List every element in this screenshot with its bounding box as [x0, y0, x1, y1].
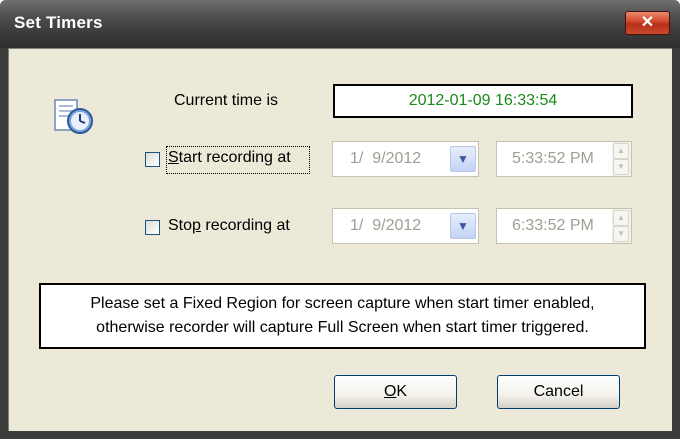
- current-time-display: 2012-01-09 16:33:54: [333, 84, 633, 118]
- stop-recording-checkbox[interactable]: [145, 220, 160, 235]
- current-time-label: Current time is: [174, 92, 279, 109]
- start-time-picker[interactable]: 5:33:52 PM ▲ ▼: [496, 141, 632, 177]
- start-date-value: 1/ 9/2012: [350, 150, 422, 167]
- chevron-down-icon[interactable]: ▼: [450, 213, 476, 239]
- title-bar[interactable]: Set Timers ✕: [0, 0, 680, 48]
- spin-up-icon[interactable]: ▲: [613, 143, 629, 159]
- stop-time-value: 6:33:52 PM: [512, 217, 594, 234]
- notice-line-2: otherwise recorder will capture Full Scr…: [96, 319, 589, 336]
- window-frame-bottom: [0, 431, 680, 439]
- chevron-down-icon[interactable]: ▼: [450, 146, 476, 172]
- stop-date-value: 1/ 9/2012: [350, 217, 422, 234]
- spin-up-icon[interactable]: ▲: [613, 210, 629, 226]
- spin-down-icon[interactable]: ▼: [613, 226, 629, 242]
- start-recording-label[interactable]: Start recording at: [168, 149, 291, 167]
- notice-line-1: Please set a Fixed Region for screen cap…: [90, 295, 595, 312]
- start-time-spinner: ▲ ▼: [612, 142, 631, 176]
- timer-clock-icon: [54, 99, 93, 134]
- stop-date-picker[interactable]: 1/ 9/2012 ▼: [332, 208, 479, 244]
- window-frame-right: [672, 48, 680, 439]
- close-button[interactable]: ✕: [625, 11, 670, 35]
- cancel-button[interactable]: Cancel: [497, 375, 620, 409]
- fixed-region-notice: Please set a Fixed Region for screen cap…: [39, 283, 646, 349]
- spin-down-icon[interactable]: ▼: [613, 159, 629, 175]
- start-time-value: 5:33:52 PM: [512, 150, 594, 167]
- stop-recording-label[interactable]: Stop recording at: [168, 217, 290, 235]
- window-frame-left: [0, 48, 8, 439]
- stop-time-picker[interactable]: 6:33:52 PM ▲ ▼: [496, 208, 632, 244]
- start-recording-checkbox[interactable]: [145, 152, 160, 167]
- ok-button[interactable]: OK: [334, 375, 457, 409]
- stop-time-spinner: ▲ ▼: [612, 209, 631, 243]
- window-title: Set Timers: [14, 13, 103, 32]
- start-date-picker[interactable]: 1/ 9/2012 ▼: [332, 141, 479, 177]
